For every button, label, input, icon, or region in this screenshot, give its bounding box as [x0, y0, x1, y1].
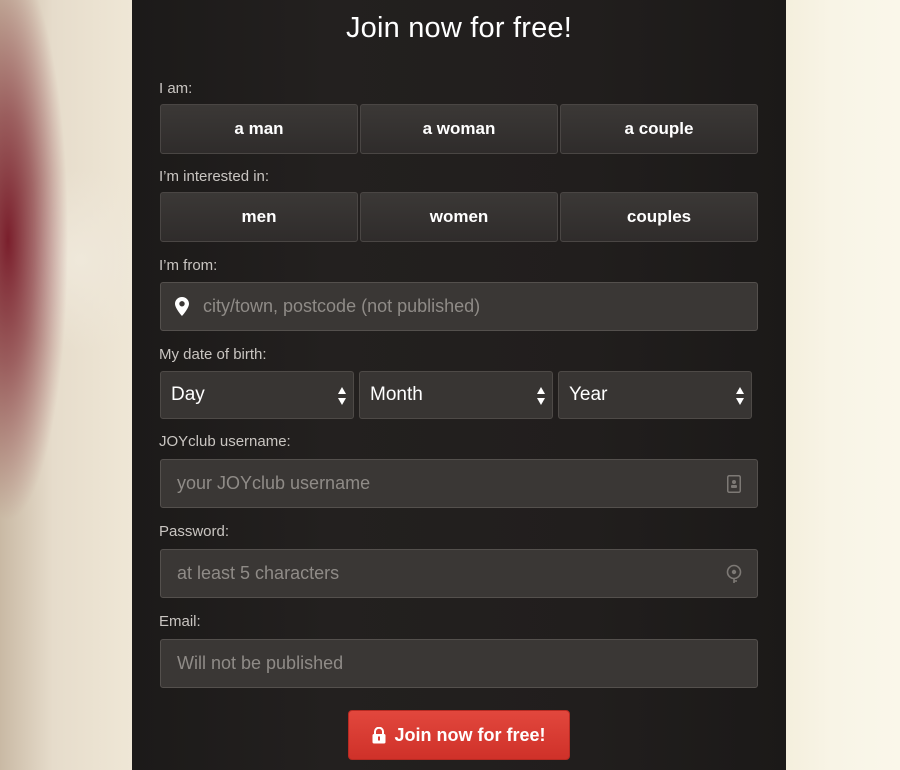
day-select[interactable]: Day [160, 371, 354, 419]
username-input[interactable]: your JOYclub username [160, 459, 758, 508]
password-label: Password: [159, 523, 230, 540]
location-placeholder: city/town, postcode (not published) [203, 296, 481, 316]
gender-option-man[interactable]: a man [160, 104, 358, 154]
day-select-value: Day [171, 384, 205, 405]
select-arrows-icon [338, 387, 346, 405]
contact-card-icon [725, 474, 743, 494]
select-arrows-icon [537, 387, 545, 405]
background-left [0, 0, 132, 770]
lock-icon [372, 726, 386, 743]
interest-label: I’m interested in: [159, 168, 270, 185]
username-placeholder: your JOYclub username [177, 473, 371, 493]
gender-option-couple[interactable]: a couple [560, 104, 758, 154]
year-select-value: Year [569, 384, 608, 405]
month-select[interactable]: Month [359, 371, 553, 419]
join-submit-button[interactable]: Join now for free! [348, 710, 570, 760]
year-select[interactable]: Year [558, 371, 752, 419]
location-label: I’m from: [159, 257, 218, 274]
select-arrows-icon [736, 387, 744, 405]
interest-option-women[interactable]: women [360, 192, 558, 242]
interest-option-couples[interactable]: couples [560, 192, 758, 242]
gender-label: I am: [159, 80, 193, 97]
background-right [786, 0, 900, 770]
interest-selector: men women couples [160, 192, 758, 242]
password-placeholder: at least 5 characters [177, 563, 340, 583]
birth-selects: Day Month Year [160, 371, 752, 419]
password-input[interactable]: at least 5 characters [160, 549, 758, 598]
username-label: JOYclub username: [159, 433, 291, 450]
signup-panel: Join now for free! I am: a man a woman a… [132, 0, 786, 770]
location-input[interactable]: city/town, postcode (not published) [160, 282, 758, 331]
password-key-icon [725, 564, 743, 584]
interest-option-men[interactable]: men [160, 192, 358, 242]
email-input[interactable]: Will not be published [160, 639, 758, 688]
gender-option-woman[interactable]: a woman [360, 104, 558, 154]
join-submit-label: Join now for free! [394, 724, 546, 745]
location-pin-icon [175, 297, 189, 316]
gender-selector: a man a woman a couple [160, 104, 758, 154]
form-title: Join now for free! [345, 12, 573, 44]
month-select-value: Month [370, 384, 423, 405]
birth-label: My date of birth: [159, 346, 267, 363]
email-label: Email: [159, 613, 201, 630]
email-placeholder: Will not be published [177, 653, 344, 673]
